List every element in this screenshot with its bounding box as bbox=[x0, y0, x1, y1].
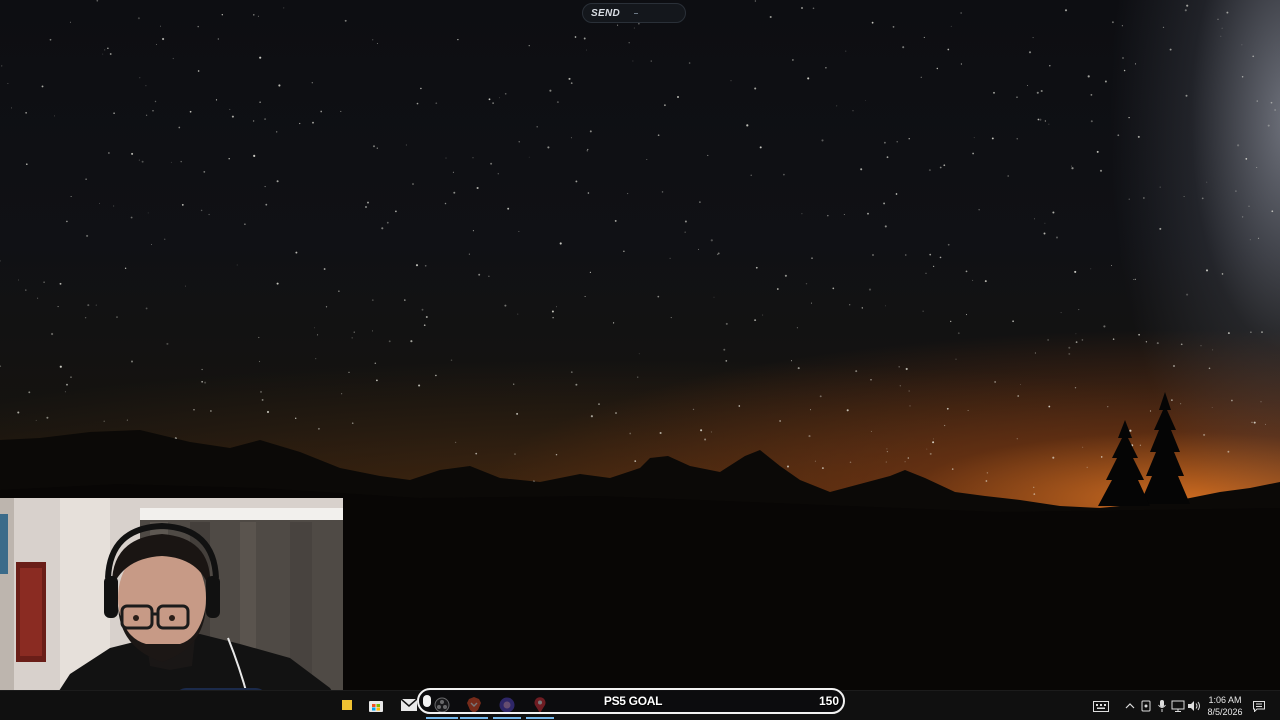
webcam-picture bbox=[0, 498, 343, 720]
notification-icon[interactable] bbox=[1252, 699, 1266, 713]
network-icon[interactable] bbox=[1171, 699, 1185, 713]
clock-date: 8/5/2026 bbox=[1207, 707, 1243, 717]
webcam-feed bbox=[0, 498, 343, 720]
send-pill-divider bbox=[633, 12, 638, 14]
device-icon[interactable] bbox=[1139, 699, 1153, 713]
volume-icon[interactable] bbox=[1187, 699, 1201, 713]
goal-title: PS5 GOAL bbox=[603, 694, 663, 708]
microsoft-store-icon[interactable] bbox=[368, 697, 384, 713]
send-pill[interactable]: SEND bbox=[582, 3, 686, 23]
mail-icon[interactable] bbox=[401, 697, 417, 713]
active-indicator-maps bbox=[526, 717, 554, 719]
active-indicator-app bbox=[493, 717, 521, 719]
active-indicator-brave bbox=[460, 717, 488, 719]
taskbar-clock[interactable]: 1:06 AM 8/5/2026 bbox=[1200, 694, 1250, 718]
ps5-goal-bar: PS5 GOAL 150 bbox=[417, 688, 845, 714]
file-explorer-icon[interactable] bbox=[339, 697, 355, 713]
goal-target: 150 bbox=[818, 694, 839, 708]
chevron-up-icon[interactable] bbox=[1123, 699, 1137, 713]
clock-time: 1:06 AM bbox=[1208, 695, 1242, 705]
send-label: SEND bbox=[591, 7, 620, 19]
microphone-icon[interactable] bbox=[1155, 699, 1169, 713]
active-indicator-obs bbox=[426, 717, 458, 719]
keyboard-icon[interactable] bbox=[1093, 699, 1109, 713]
